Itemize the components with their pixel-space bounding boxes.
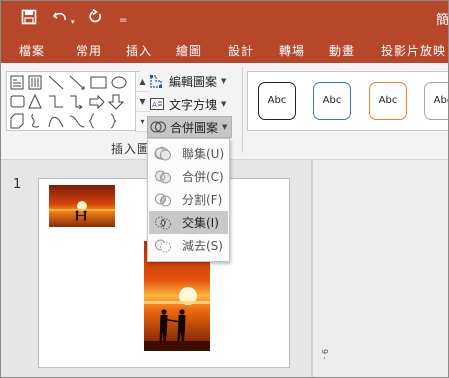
merge-shapes-icon [150, 119, 166, 135]
menu-item-combine[interactable]: 合併(C) [149, 165, 228, 188]
undo-dropdown-icon[interactable]: ▾ [71, 13, 75, 31]
ribbon-tabs: 檔案 常用 插入 繪圖 設計 轉場 動畫 投影片放映 [1, 36, 448, 63]
tab-animations[interactable]: 動畫 [329, 42, 355, 59]
menu-item-fragment-label: 分割(F) [182, 193, 223, 207]
text-box-button[interactable]: A 文字方塊 ▼ [149, 94, 226, 114]
menu-item-union[interactable]: 聯集(U) [149, 142, 228, 165]
shapes-gallery[interactable]: ▲ ▼ ▾ [6, 71, 149, 132]
slide-editing-pane[interactable] [313, 160, 448, 377]
menu-item-subtract[interactable]: 減去(S) [149, 234, 228, 257]
fragment-icon [154, 191, 172, 209]
intersect-icon [154, 214, 172, 232]
ribbon-group-divider [242, 67, 243, 153]
merge-shapes-button[interactable]: 合併圖案 ▼ [147, 116, 233, 138]
vertical-ruler: 9 - [320, 349, 329, 360]
title-bar: ▾ = 簡 [1, 1, 449, 36]
text-box-caret-icon: ▼ [221, 100, 227, 108]
tab-home[interactable]: 常用 [76, 42, 102, 59]
tab-design[interactable]: 設計 [228, 42, 254, 59]
customize-toolbar-icon[interactable]: = [119, 12, 127, 30]
gallery-scroll-down-icon[interactable]: ▼ [136, 92, 149, 112]
text-box-label: 文字方塊 [169, 97, 218, 112]
subtract-icon [154, 237, 172, 255]
shape-style-orange[interactable]: Abc [369, 82, 407, 120]
edit-shape-icon [149, 73, 165, 89]
combine-icon [154, 168, 172, 186]
menu-item-fragment[interactable]: 分割(F) [149, 188, 228, 211]
tab-draw[interactable]: 繪圖 [176, 42, 202, 59]
shape-style-gray[interactable]: Abc [424, 82, 448, 120]
merge-shapes-caret-icon: ▼ [222, 123, 228, 131]
tab-file[interactable]: 檔案 [19, 42, 45, 59]
shapes-gallery-icons[interactable] [7, 72, 133, 132]
tab-insert[interactable]: 插入 [126, 42, 152, 59]
merge-shapes-label: 合併圖案 [170, 120, 219, 135]
edit-shape-caret-icon: ▼ [221, 77, 227, 85]
union-icon [154, 145, 172, 163]
edit-shape-button[interactable]: 編輯圖案 ▼ [149, 71, 226, 91]
merge-shapes-menu: 聯集(U) 合併(C) 分割(F) 交集(I) 減去(S) [147, 138, 230, 262]
window-title: 簡 [436, 13, 449, 28]
tab-slideshow[interactable]: 投影片放映 [381, 42, 446, 59]
menu-item-intersect[interactable]: 交集(I) [149, 211, 228, 234]
save-icon[interactable] [21, 9, 37, 25]
redo-icon[interactable] [87, 9, 103, 25]
shape-style-blue[interactable]: Abc [313, 82, 351, 120]
undo-icon[interactable] [52, 9, 68, 25]
sunset-photo-small[interactable] [49, 185, 115, 227]
text-box-icon: A [149, 96, 165, 112]
menu-item-union-label: 聯集(U) [182, 147, 225, 161]
menu-item-intersect-label: 交集(I) [182, 216, 219, 230]
slide-number: 1 [13, 177, 22, 192]
shape-style-black[interactable]: Abc [258, 82, 296, 120]
shape-styles-gallery[interactable]: Abc Abc Abc Abc [247, 71, 448, 131]
gallery-scroll-up-icon[interactable]: ▲ [136, 72, 149, 92]
powerpoint-window: ▾ = 簡 檔案 常用 插入 繪圖 設計 轉場 動畫 投影片放映 ▲ ▼ ▾ 編… [0, 0, 449, 378]
svg-text:A: A [152, 101, 157, 109]
edit-shape-label: 編輯圖案 [169, 74, 218, 89]
menu-item-combine-label: 合併(C) [182, 170, 224, 184]
menu-item-subtract-label: 減去(S) [182, 239, 223, 253]
tab-transitions[interactable]: 轉場 [279, 42, 305, 59]
